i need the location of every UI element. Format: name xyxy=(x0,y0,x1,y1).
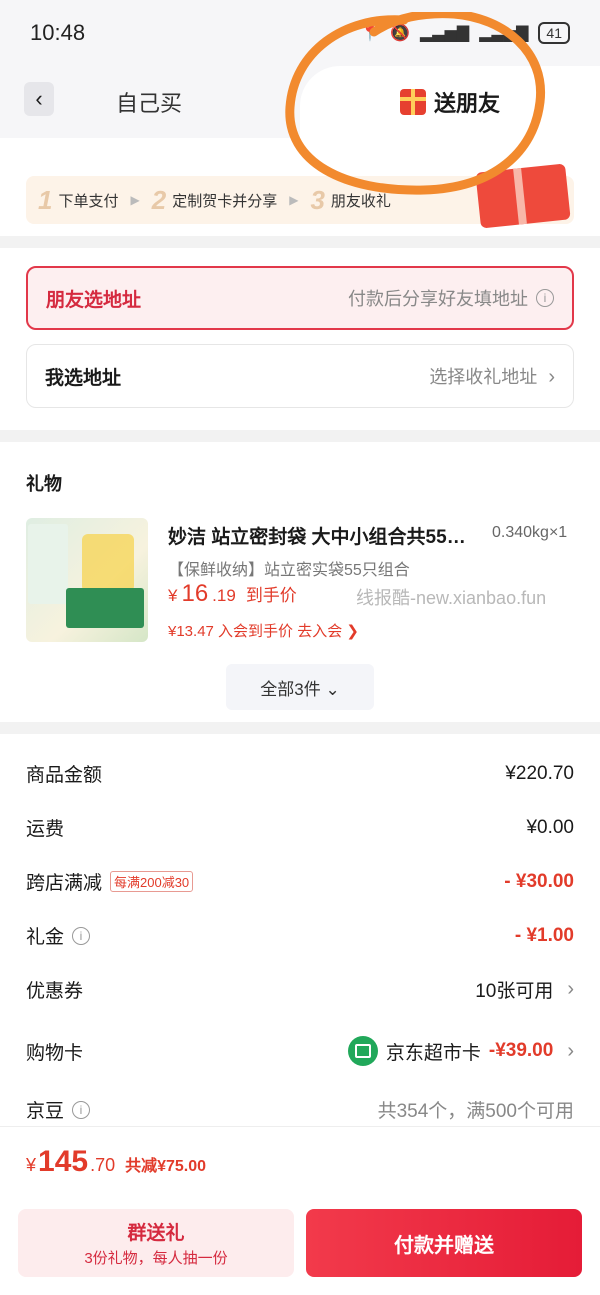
total-discount: 共减¥75.00 xyxy=(125,1158,207,1175)
gift-box-illustration xyxy=(475,163,571,229)
shipping-label: 运费 xyxy=(26,819,65,840)
group-gift-title: 群送礼 xyxy=(127,1223,185,1244)
product-image[interactable] xyxy=(26,518,148,642)
goods-amount-row: 商品金额 ¥220.70 xyxy=(26,760,574,787)
coupon-value-wrap: 10张可用 › xyxy=(475,976,574,1003)
info-icon[interactable]: i xyxy=(72,926,91,945)
product-quantity: 0.340kg×1 xyxy=(492,524,568,541)
product-spec: 【保鲜收纳】站立密实袋55只组合 xyxy=(168,562,410,579)
shopping-card-name: 京东超市卡 xyxy=(385,1042,481,1064)
total-currency: ¥ xyxy=(26,1155,37,1175)
friend-address-hint: 付款后分享好友填地址 xyxy=(348,289,528,309)
product-image-package xyxy=(66,588,144,628)
pay-and-gift-button[interactable]: 付款并赠送 xyxy=(306,1209,582,1277)
cross-store-discount-row: 跨店满减 每满200减30 - ¥30.00 xyxy=(26,868,574,895)
battery-icon: 41 xyxy=(538,22,570,44)
gift-cash-row: 礼金 i - ¥1.00 xyxy=(26,922,574,949)
jd-bean-label-wrap: 京豆 i xyxy=(26,1096,91,1123)
mute-icon: 🔕 xyxy=(390,25,410,42)
shopping-card-value: -¥39.00 xyxy=(488,1040,554,1061)
signal-icon-2: ▂▃▅▇ xyxy=(479,25,529,42)
self-address-option[interactable]: 我选地址 选择收礼地址 › xyxy=(26,344,574,408)
step-3-label: 朋友收礼 xyxy=(330,192,391,210)
shipping-row: 运费 ¥0.00 xyxy=(26,814,574,841)
shipping-value: ¥0.00 xyxy=(526,816,574,838)
cross-store-value: - ¥30.00 xyxy=(504,870,574,892)
product-name[interactable]: 妙洁 站立密封袋 大中小组合共55… xyxy=(168,522,488,549)
coupon-label: 优惠券 xyxy=(26,981,84,1002)
friend-address-label: 朋友选地址 xyxy=(46,289,142,311)
status-time: 10:48 xyxy=(30,20,86,45)
back-button[interactable]: ‹ xyxy=(24,82,54,116)
coupon-row[interactable]: 优惠券 10张可用 › xyxy=(26,976,574,1003)
shopping-card-label: 购物卡 xyxy=(26,1042,84,1064)
gift-section: 礼物 妙洁 站立密封袋 大中小组合共55… 0.340kg×1 【保鲜收纳】站立… xyxy=(0,442,600,722)
chevron-right-icon: › xyxy=(567,1039,574,1062)
step-1-label: 下单支付 xyxy=(58,192,119,210)
group-gift-subtitle: 3份礼物，每人抽一份 xyxy=(84,1250,228,1267)
gift-icon xyxy=(399,89,426,115)
chevron-right-icon: › xyxy=(548,366,555,388)
total-decimal: .70 xyxy=(90,1155,116,1175)
jd-bean-label: 京豆 xyxy=(26,1101,65,1122)
gift-cash-value: - ¥1.00 xyxy=(514,924,574,946)
cross-store-label-wrap: 跨店满减 每满200减30 xyxy=(26,868,194,895)
top-nav: ‹ 自己买 送朋友 xyxy=(0,66,600,138)
signal-icon: ▂▃▅▇ xyxy=(419,25,470,42)
price-decimal: .19 xyxy=(212,586,236,605)
steps-section: 1 下单支付 ▶ 2 定制贺卡并分享 ▶ 3 朋友收礼 xyxy=(0,138,600,236)
address-section: 朋友选地址 付款后分享好友填地址 i 我选地址 选择收礼地址 › xyxy=(0,248,600,430)
chevron-right-icon: › xyxy=(567,978,574,1000)
chevron-left-icon: ‹ xyxy=(35,86,43,111)
friend-address-hint-wrap: 付款后分享好友填地址 i xyxy=(348,285,554,311)
shopping-card-value-wrap: 京东超市卡 -¥39.00 › xyxy=(347,1036,574,1066)
goods-amount-value: ¥220.70 xyxy=(505,762,574,784)
self-address-hint: 选择收礼地址 xyxy=(429,367,538,387)
cross-store-label: 跨店满减 xyxy=(26,873,103,894)
tab-send-friend-label: 送朋友 xyxy=(433,91,500,116)
info-icon[interactable]: i xyxy=(536,289,554,307)
price-suffix: 到手价 xyxy=(245,586,297,605)
step-3-number: 3 xyxy=(310,184,325,215)
location-icon: 📍 xyxy=(360,25,381,42)
product-image-bag xyxy=(82,534,134,592)
gift-section-title: 礼物 xyxy=(26,474,62,494)
step-1-number: 1 xyxy=(38,184,53,215)
gift-cash-label-wrap: 礼金 i xyxy=(26,922,91,949)
step-arrow-icon: ▶ xyxy=(130,193,140,207)
checkout-bar: ¥ 145 .70 共减¥75.00 群送礼 3份礼物，每人抽一份 付款并赠送 xyxy=(0,1126,600,1295)
step-arrow-icon: ▶ xyxy=(289,193,299,207)
self-address-hint-wrap: 选择收礼地址 › xyxy=(429,363,555,389)
watermark-text: 线报酷-new.xianbao.fun xyxy=(356,588,547,608)
gift-cash-label: 礼金 xyxy=(26,927,65,948)
total-integer: 145 xyxy=(38,1145,89,1178)
product-image-side xyxy=(28,524,68,604)
goods-amount-label: 商品金额 xyxy=(26,765,103,786)
gift-steps-banner: 1 下单支付 ▶ 2 定制贺卡并分享 ▶ 3 朋友收礼 xyxy=(26,163,574,229)
shopping-card-row[interactable]: 购物卡 京东超市卡 -¥39.00 › xyxy=(26,1036,574,1066)
discount-rule-badge: 每满200减30 xyxy=(110,871,194,892)
friend-address-option[interactable]: 朋友选地址 付款后分享好友填地址 i xyxy=(26,266,574,330)
coupon-value: 10张可用 xyxy=(475,981,554,1002)
card-icon xyxy=(347,1036,378,1066)
self-address-label: 我选地址 xyxy=(45,367,122,389)
jd-bean-row: 京豆 i 共354个，满500个可用 xyxy=(26,1096,574,1123)
all-items-button[interactable]: 全部3件 ⌄ xyxy=(226,664,374,710)
group-gift-button[interactable]: 群送礼 3份礼物，每人抽一份 xyxy=(18,1209,294,1277)
tab-send-friend[interactable]: 送朋友 xyxy=(300,66,600,138)
tab-self-buy[interactable]: 自己买 xyxy=(116,86,182,118)
total-price: ¥ 145 .70 共减¥75.00 xyxy=(26,1145,206,1179)
amount-section: 商品金额 ¥220.70 运费 ¥0.00 跨店满减 每满200减30 - ¥3… xyxy=(0,734,600,1126)
price-integer: 16 xyxy=(181,580,209,607)
step-2-label: 定制贺卡并分享 xyxy=(172,192,278,210)
status-bar: 10:48 📍 🔕 ▂▃▅▇ ▂▃▅▇ 41 xyxy=(0,0,600,66)
jd-bean-value: 共354个，满500个可用 xyxy=(377,1101,574,1122)
member-price-link[interactable]: ¥13.47 入会到手价 去入会 ❯ xyxy=(168,620,359,641)
price-currency: ¥ xyxy=(168,586,178,605)
step-2-number: 2 xyxy=(151,184,167,215)
product-price: ¥ 16.19 到手价 xyxy=(168,580,297,608)
info-icon[interactable]: i xyxy=(72,1100,91,1119)
status-icons: 📍 🔕 ▂▃▅▇ ▂▃▅▇ 41 xyxy=(360,22,570,44)
